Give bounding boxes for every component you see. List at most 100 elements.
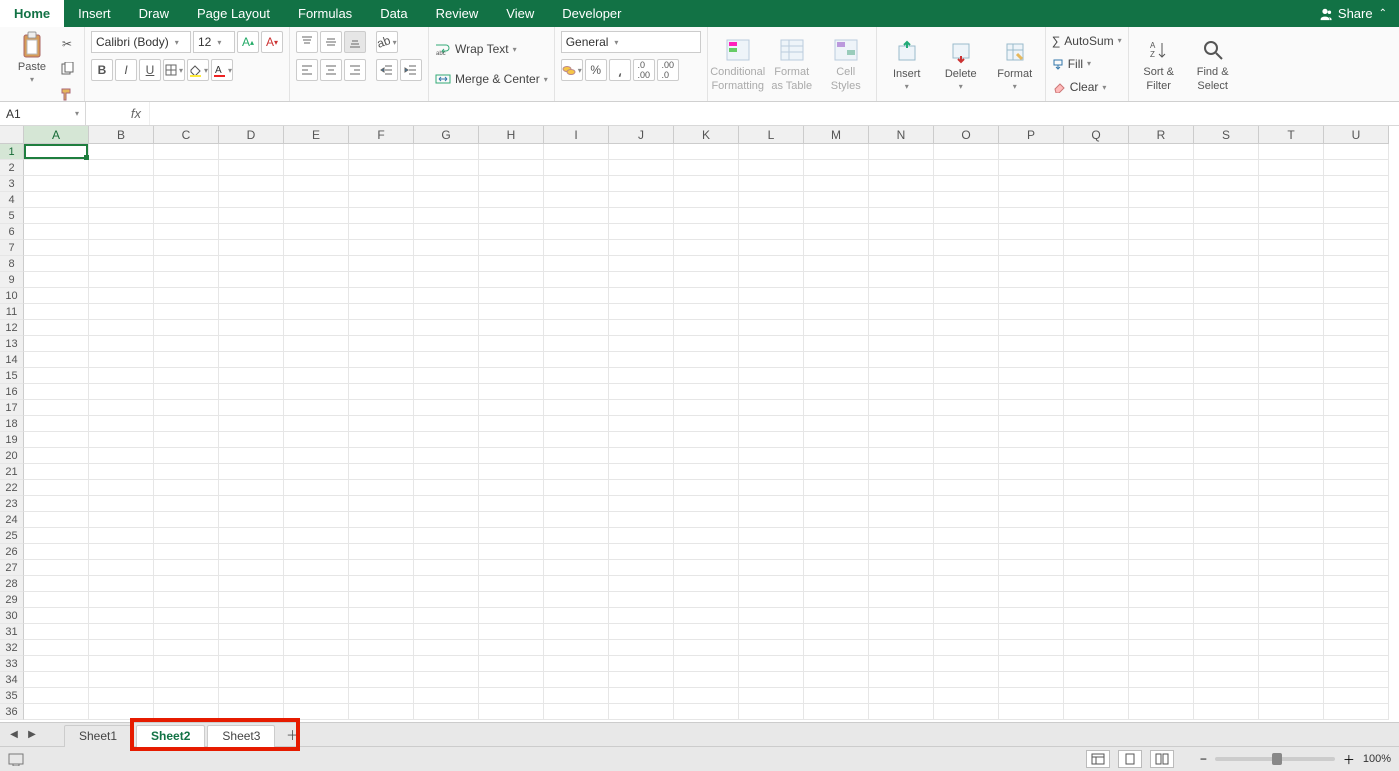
row-header[interactable]: 8 [0, 256, 24, 272]
cell[interactable] [1194, 640, 1259, 656]
cell[interactable] [999, 160, 1064, 176]
cell[interactable] [1194, 368, 1259, 384]
cell[interactable] [24, 480, 89, 496]
cell[interactable] [1064, 576, 1129, 592]
cell[interactable] [1064, 624, 1129, 640]
tab-data[interactable]: Data [366, 0, 421, 27]
cell[interactable] [479, 544, 544, 560]
cell[interactable] [284, 704, 349, 720]
cell[interactable] [544, 384, 609, 400]
cell[interactable] [999, 432, 1064, 448]
cell[interactable] [479, 384, 544, 400]
cell[interactable] [1324, 528, 1389, 544]
cell[interactable] [284, 192, 349, 208]
cell[interactable] [1064, 384, 1129, 400]
cell[interactable] [1259, 320, 1324, 336]
cell[interactable] [349, 144, 414, 160]
cell[interactable] [1259, 400, 1324, 416]
number-format-select[interactable]: General [561, 31, 701, 53]
cell[interactable] [674, 304, 739, 320]
cell[interactable] [479, 560, 544, 576]
cell[interactable] [1064, 320, 1129, 336]
cell[interactable] [999, 304, 1064, 320]
cell[interactable] [24, 352, 89, 368]
cell[interactable] [999, 576, 1064, 592]
cell[interactable] [24, 368, 89, 384]
cell[interactable] [219, 256, 284, 272]
cell[interactable] [349, 368, 414, 384]
cell[interactable] [804, 448, 869, 464]
cell[interactable] [349, 512, 414, 528]
cell[interactable] [999, 384, 1064, 400]
cell[interactable] [24, 640, 89, 656]
cell[interactable] [544, 416, 609, 432]
cell[interactable] [804, 176, 869, 192]
cell[interactable] [999, 448, 1064, 464]
cell[interactable] [154, 288, 219, 304]
cell[interactable] [1064, 304, 1129, 320]
cell[interactable] [154, 656, 219, 672]
cell[interactable] [934, 208, 999, 224]
cell[interactable] [804, 240, 869, 256]
align-left-button[interactable] [296, 59, 318, 81]
cell[interactable] [1129, 592, 1194, 608]
cell[interactable] [1324, 336, 1389, 352]
sheet-tab-1[interactable]: Sheet1 [64, 725, 132, 747]
cell[interactable] [804, 576, 869, 592]
cell[interactable] [609, 192, 674, 208]
cell[interactable] [1259, 288, 1324, 304]
cell[interactable] [479, 656, 544, 672]
cell[interactable] [804, 704, 869, 720]
cell[interactable] [674, 384, 739, 400]
cell[interactable] [674, 464, 739, 480]
cell[interactable] [999, 640, 1064, 656]
cell[interactable] [1324, 560, 1389, 576]
cell[interactable] [89, 528, 154, 544]
cell[interactable] [349, 288, 414, 304]
row-header[interactable]: 17 [0, 400, 24, 416]
cell[interactable] [674, 512, 739, 528]
cell[interactable] [869, 256, 934, 272]
cell[interactable] [739, 688, 804, 704]
cell[interactable] [869, 272, 934, 288]
cell[interactable] [609, 528, 674, 544]
cell[interactable] [1064, 352, 1129, 368]
cell[interactable] [1129, 672, 1194, 688]
cell[interactable] [349, 432, 414, 448]
cell[interactable] [934, 368, 999, 384]
cell[interactable] [1129, 288, 1194, 304]
cell[interactable] [24, 656, 89, 672]
cell[interactable] [24, 448, 89, 464]
cell[interactable] [1194, 416, 1259, 432]
cell[interactable] [479, 224, 544, 240]
cell[interactable] [1324, 496, 1389, 512]
cell[interactable] [934, 480, 999, 496]
paste-button[interactable]: Paste ▾ [12, 31, 52, 84]
cell[interactable] [1194, 528, 1259, 544]
cell[interactable] [609, 624, 674, 640]
cell[interactable] [739, 368, 804, 384]
cell[interactable] [804, 480, 869, 496]
cell[interactable] [284, 384, 349, 400]
cell[interactable] [999, 656, 1064, 672]
cell[interactable] [89, 208, 154, 224]
cell[interactable] [1064, 368, 1129, 384]
cell[interactable] [154, 592, 219, 608]
cell[interactable] [1064, 144, 1129, 160]
cell[interactable] [24, 160, 89, 176]
cell[interactable] [674, 496, 739, 512]
font-name-select[interactable]: Calibri (Body) [91, 31, 191, 53]
cell[interactable] [609, 448, 674, 464]
cell[interactable] [1324, 256, 1389, 272]
cell[interactable] [89, 640, 154, 656]
orientation-button[interactable]: ab [376, 31, 398, 53]
align-center-button[interactable] [320, 59, 342, 81]
cell[interactable] [804, 640, 869, 656]
cell[interactable] [1194, 512, 1259, 528]
cell[interactable] [1259, 496, 1324, 512]
cell[interactable] [1324, 448, 1389, 464]
cell[interactable] [1259, 528, 1324, 544]
cell[interactable] [479, 576, 544, 592]
align-top-button[interactable] [296, 31, 318, 53]
cell[interactable] [544, 528, 609, 544]
